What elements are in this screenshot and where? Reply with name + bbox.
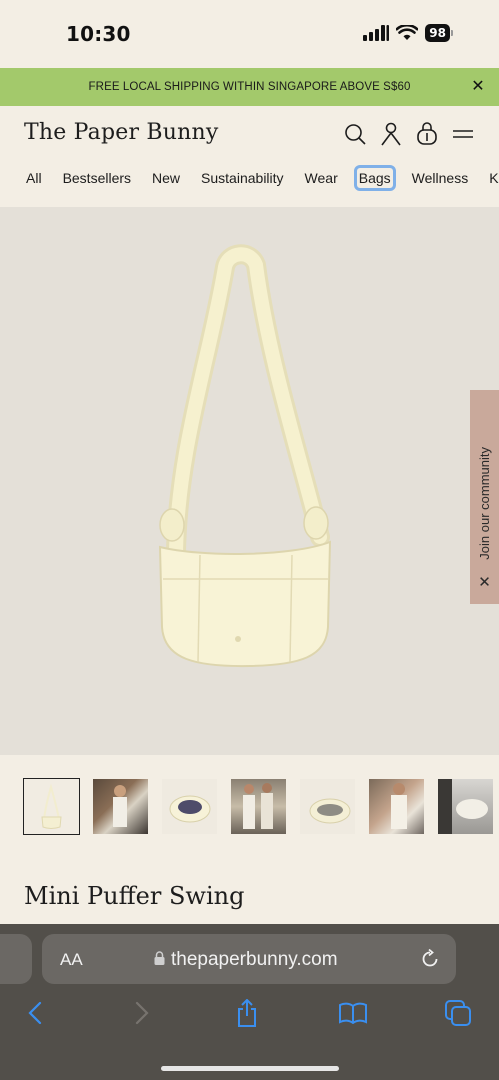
status-time: 10:30 [66, 22, 131, 46]
address-url-text: thepaperbunny.com [171, 949, 338, 970]
header-icons [343, 122, 475, 146]
thumbnail-1[interactable] [23, 778, 80, 835]
nav-item-sustainability[interactable]: Sustainability [199, 168, 286, 188]
reload-icon[interactable] [420, 948, 440, 975]
battery-level: 98 [425, 24, 450, 42]
nav-item-all[interactable]: All [24, 168, 44, 188]
share-icon[interactable] [232, 998, 262, 1028]
product-main-image[interactable] [0, 207, 499, 755]
site-logo[interactable]: The Paper Bunny [24, 120, 219, 145]
forward-icon[interactable] [127, 998, 157, 1028]
thumbnail-7[interactable] [438, 779, 493, 834]
thumbnail-3[interactable] [162, 779, 217, 834]
announcement-text: FREE LOCAL SHIPPING WITHIN SINGAPORE ABO… [88, 81, 411, 93]
nav-item-bags[interactable]: Bags [353, 165, 396, 191]
search-icon[interactable] [343, 122, 367, 146]
battery-tip [451, 30, 453, 36]
nav-item-wear[interactable]: Wear [303, 168, 340, 188]
reader-settings-button[interactable]: AA [60, 950, 83, 970]
nav-item-wellness[interactable]: Wellness [410, 168, 471, 188]
site-header: The Paper Bunny All Bestsellers New Sust… [0, 106, 499, 206]
nav-item-kids[interactable]: Kids [487, 168, 499, 188]
announcement-bar: FREE LOCAL SHIPPING WITHIN SINGAPORE ABO… [0, 68, 499, 106]
thumbnail-6[interactable] [369, 779, 424, 834]
join-community-tab[interactable]: Join our community ✕ [470, 390, 499, 604]
category-nav: All Bestsellers New Sustainability Wear … [24, 165, 499, 191]
account-icon[interactable] [379, 122, 403, 146]
home-indicator[interactable] [161, 1066, 339, 1071]
back-icon[interactable] [20, 998, 50, 1028]
lock-icon [154, 951, 165, 965]
thumbnail-2[interactable] [93, 779, 148, 834]
bookmarks-icon[interactable] [338, 998, 368, 1028]
join-community-label[interactable]: Join our community [477, 447, 492, 560]
previous-tab-edge[interactable] [0, 934, 32, 984]
status-icons: 98 [363, 24, 453, 42]
wifi-icon [396, 25, 419, 40]
nav-item-bestsellers[interactable]: Bestsellers [61, 168, 133, 188]
address-bar[interactable]: AA thepaperbunny.com [42, 934, 456, 984]
thumbnail-5[interactable] [300, 779, 355, 834]
join-community-close-button[interactable]: ✕ [478, 575, 491, 590]
signal-icon [363, 25, 390, 41]
status-bar: 10:30 98 [0, 0, 499, 68]
nav-item-new[interactable]: New [150, 168, 182, 188]
tabs-icon[interactable] [443, 998, 473, 1028]
cart-icon[interactable] [415, 122, 439, 146]
menu-icon[interactable] [451, 122, 475, 146]
browser-toolbar [0, 998, 499, 1034]
announcement-close-button[interactable]: ✕ [469, 78, 487, 96]
thumbnail-strip [23, 778, 493, 835]
thumbnail-4[interactable] [231, 779, 286, 834]
address-url[interactable]: thepaperbunny.com [154, 949, 338, 971]
bag-image [158, 244, 332, 668]
browser-chrome: AA thepaperbunny.com [0, 924, 499, 1080]
product-title: Mini Puffer Swing [24, 882, 245, 910]
